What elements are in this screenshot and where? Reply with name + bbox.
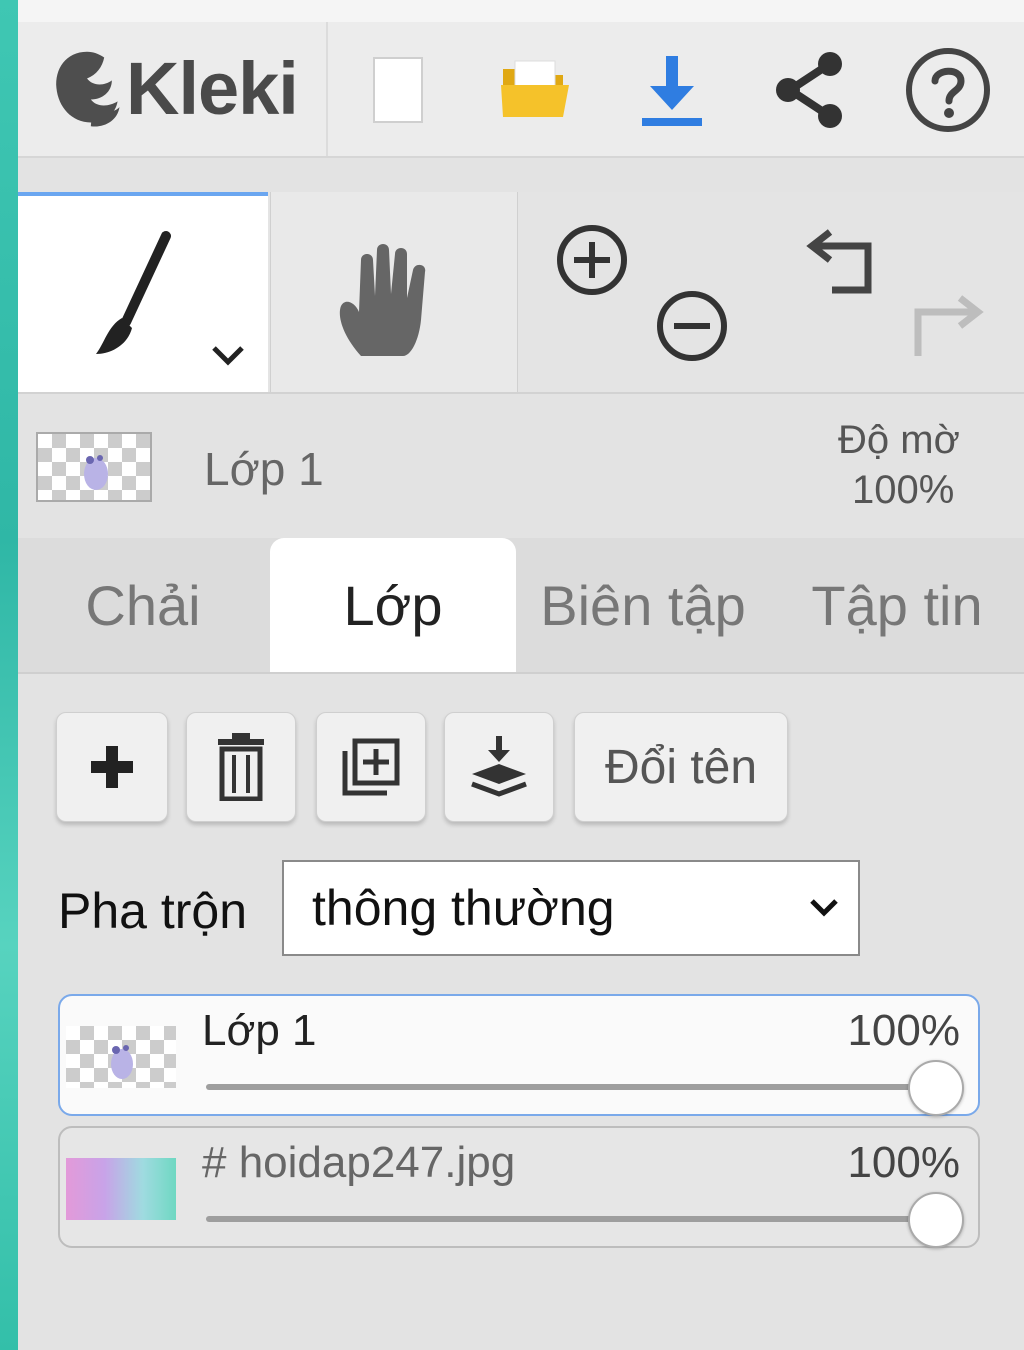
opacity-label: Độ mờ [838, 418, 960, 462]
top-bar: Kleki [18, 22, 1024, 158]
hand-icon [339, 244, 426, 356]
help-icon [906, 48, 990, 132]
merge-down-button[interactable] [444, 712, 554, 822]
new-image-button[interactable] [348, 42, 448, 138]
share-icon [776, 52, 842, 128]
layer-name: # hoidap247.jpg [202, 1138, 516, 1187]
undo-icon[interactable] [806, 224, 886, 298]
tab-edit[interactable]: Biên tập [518, 538, 768, 672]
layer-opacity-handle[interactable] [908, 1060, 964, 1116]
blend-mode-select[interactable]: thông thường [282, 860, 860, 956]
layer-opacity-slider[interactable] [206, 1216, 928, 1222]
open-file-button[interactable] [486, 42, 586, 138]
layers-panel: Đổi tên Pha trộn thông thường Lớp 1 100% [18, 674, 1024, 1350]
toolbar-separator [326, 22, 328, 156]
download-icon [642, 56, 702, 126]
chevron-down-icon [810, 899, 838, 917]
download-button[interactable] [622, 42, 722, 138]
panel-tabs: Chải Lớp Biên tập Tập tin [18, 538, 1024, 674]
layer-item[interactable]: # hoidap247.jpg 100% [58, 1126, 980, 1248]
layer-opacity-slider[interactable] [206, 1084, 928, 1090]
tool-row [18, 192, 1024, 394]
layer-thumbnail [66, 1026, 176, 1088]
duplicate-layer-button[interactable] [316, 712, 426, 822]
brush-tool-button[interactable] [18, 192, 268, 392]
tab-file[interactable]: Tập tin [770, 538, 1024, 672]
history-controls [770, 192, 1024, 392]
layer-opacity: 100% [847, 1006, 960, 1055]
hand-tool-button[interactable] [270, 192, 518, 392]
rename-layer-button[interactable]: Đổi tên [574, 712, 788, 822]
help-button[interactable] [898, 42, 998, 138]
rename-label: Đổi tên [604, 740, 758, 794]
add-layer-button[interactable] [56, 712, 168, 822]
delete-layer-button[interactable] [186, 712, 296, 822]
layer-opacity: 100% [847, 1138, 960, 1187]
brush-icon [96, 231, 171, 354]
tab-brush[interactable]: Chải [18, 538, 268, 672]
active-layer-info: Lớp 1 Độ mờ 100% [18, 394, 1024, 534]
active-layer-name: Lớp 1 [204, 443, 324, 495]
tab-layers[interactable]: Lớp [270, 538, 516, 672]
layer-thumbnail [66, 1158, 176, 1220]
chevron-down-icon[interactable] [210, 344, 246, 368]
duplicate-icon [342, 738, 400, 796]
side-panel: Kleki Lớp 1 Độ mờ 100% Chải Lớp Biên tập… [18, 22, 1024, 1350]
top-edge [18, 0, 1024, 23]
share-button[interactable] [760, 42, 860, 138]
folder-icon [501, 60, 569, 117]
layer-item-selected[interactable]: Lớp 1 100% [58, 994, 980, 1116]
layer-name: Lớp 1 [202, 1006, 317, 1055]
trash-icon [218, 733, 264, 801]
app-logo: Kleki [48, 44, 299, 134]
new-file-icon [373, 57, 423, 123]
merge-down-icon [471, 736, 527, 797]
blend-mode-label: Pha trộn [58, 883, 248, 939]
redo-icon[interactable] [904, 290, 984, 364]
zoom-controls [518, 192, 768, 392]
canvas-edge [0, 0, 18, 1350]
blend-mode-value: thông thường [312, 880, 615, 936]
layer-thumbnail [36, 432, 152, 502]
zoom-out-icon[interactable] [654, 288, 730, 364]
opacity-value: 100% [852, 468, 955, 512]
kleki-logo-icon [56, 51, 120, 127]
zoom-in-icon[interactable] [554, 222, 630, 298]
plus-icon [91, 746, 133, 788]
layer-opacity-handle[interactable] [908, 1192, 964, 1248]
app-name: Kleki [126, 47, 299, 130]
